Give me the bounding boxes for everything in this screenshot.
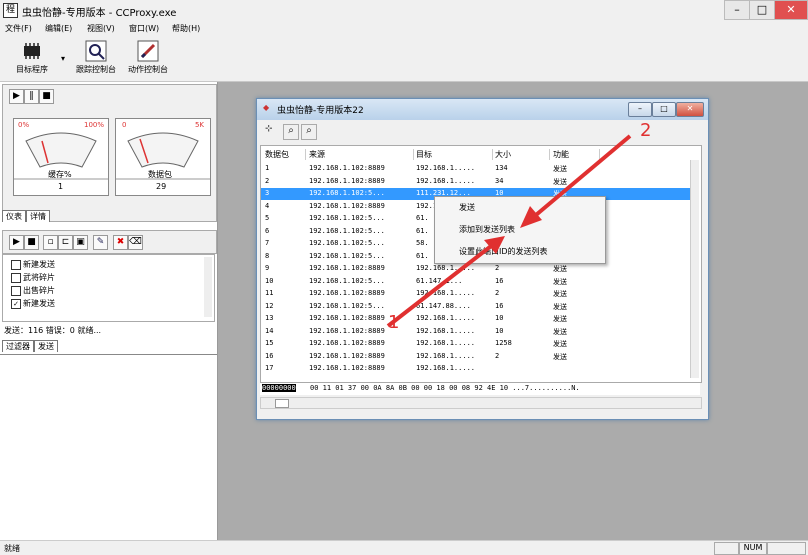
status-cell <box>766 542 806 555</box>
annotation-label: 1 <box>388 312 400 333</box>
annotation-arrows <box>386 134 632 328</box>
status-bar: 就绪 NUM <box>0 540 808 555</box>
status-cell <box>714 542 740 555</box>
status-text: 就绪 <box>4 544 20 553</box>
num-lock-indicator: NUM <box>738 542 768 555</box>
annotation-label: 2 <box>640 120 652 141</box>
